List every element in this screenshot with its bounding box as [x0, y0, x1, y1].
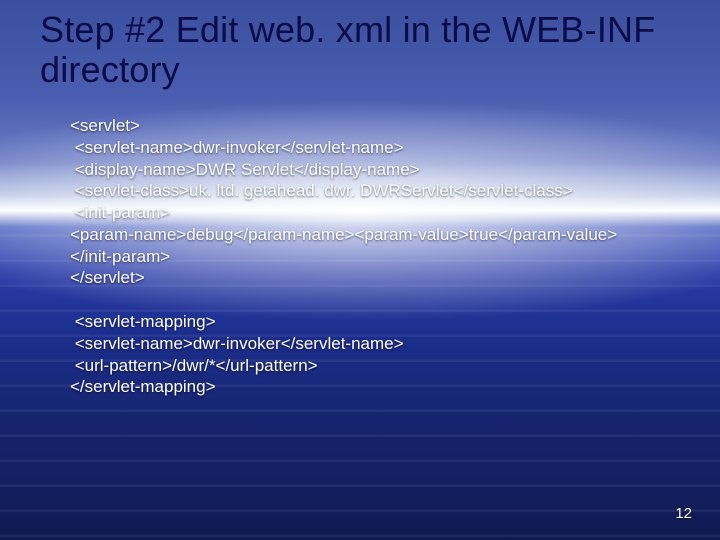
slide-title: Step #2 Edit web. xml in the WEB-INF dir…: [40, 10, 690, 89]
code-line: <servlet>: [70, 115, 680, 137]
slide-body: <servlet> <servlet-name>dwr-invoker</ser…: [70, 115, 680, 420]
code-line: </servlet>: [70, 267, 680, 289]
code-line: <url-pattern>/dwr/*</url-pattern>: [70, 355, 680, 377]
code-line: <servlet-class>uk. ltd. getahead. dwr. D…: [70, 180, 680, 202]
code-block-mapping: <servlet-mapping> <servlet-name>dwr-invo…: [70, 311, 680, 398]
code-line: </init-param>: [70, 246, 680, 268]
code-line: <param-name>debug</param-name><param-val…: [70, 224, 680, 246]
code-line: <display-name>DWR Servlet</display-name>: [70, 159, 680, 181]
code-line: </servlet-mapping>: [70, 376, 680, 398]
code-line: <servlet-mapping>: [70, 311, 680, 333]
slide: Step #2 Edit web. xml in the WEB-INF dir…: [0, 0, 720, 540]
code-line: <servlet-name>dwr-invoker</servlet-name>: [70, 137, 680, 159]
code-block-servlet: <servlet> <servlet-name>dwr-invoker</ser…: [70, 115, 680, 289]
page-number: 12: [675, 505, 692, 522]
code-line: <init-param>: [70, 202, 680, 224]
code-line: <servlet-name>dwr-invoker</servlet-name>: [70, 333, 680, 355]
